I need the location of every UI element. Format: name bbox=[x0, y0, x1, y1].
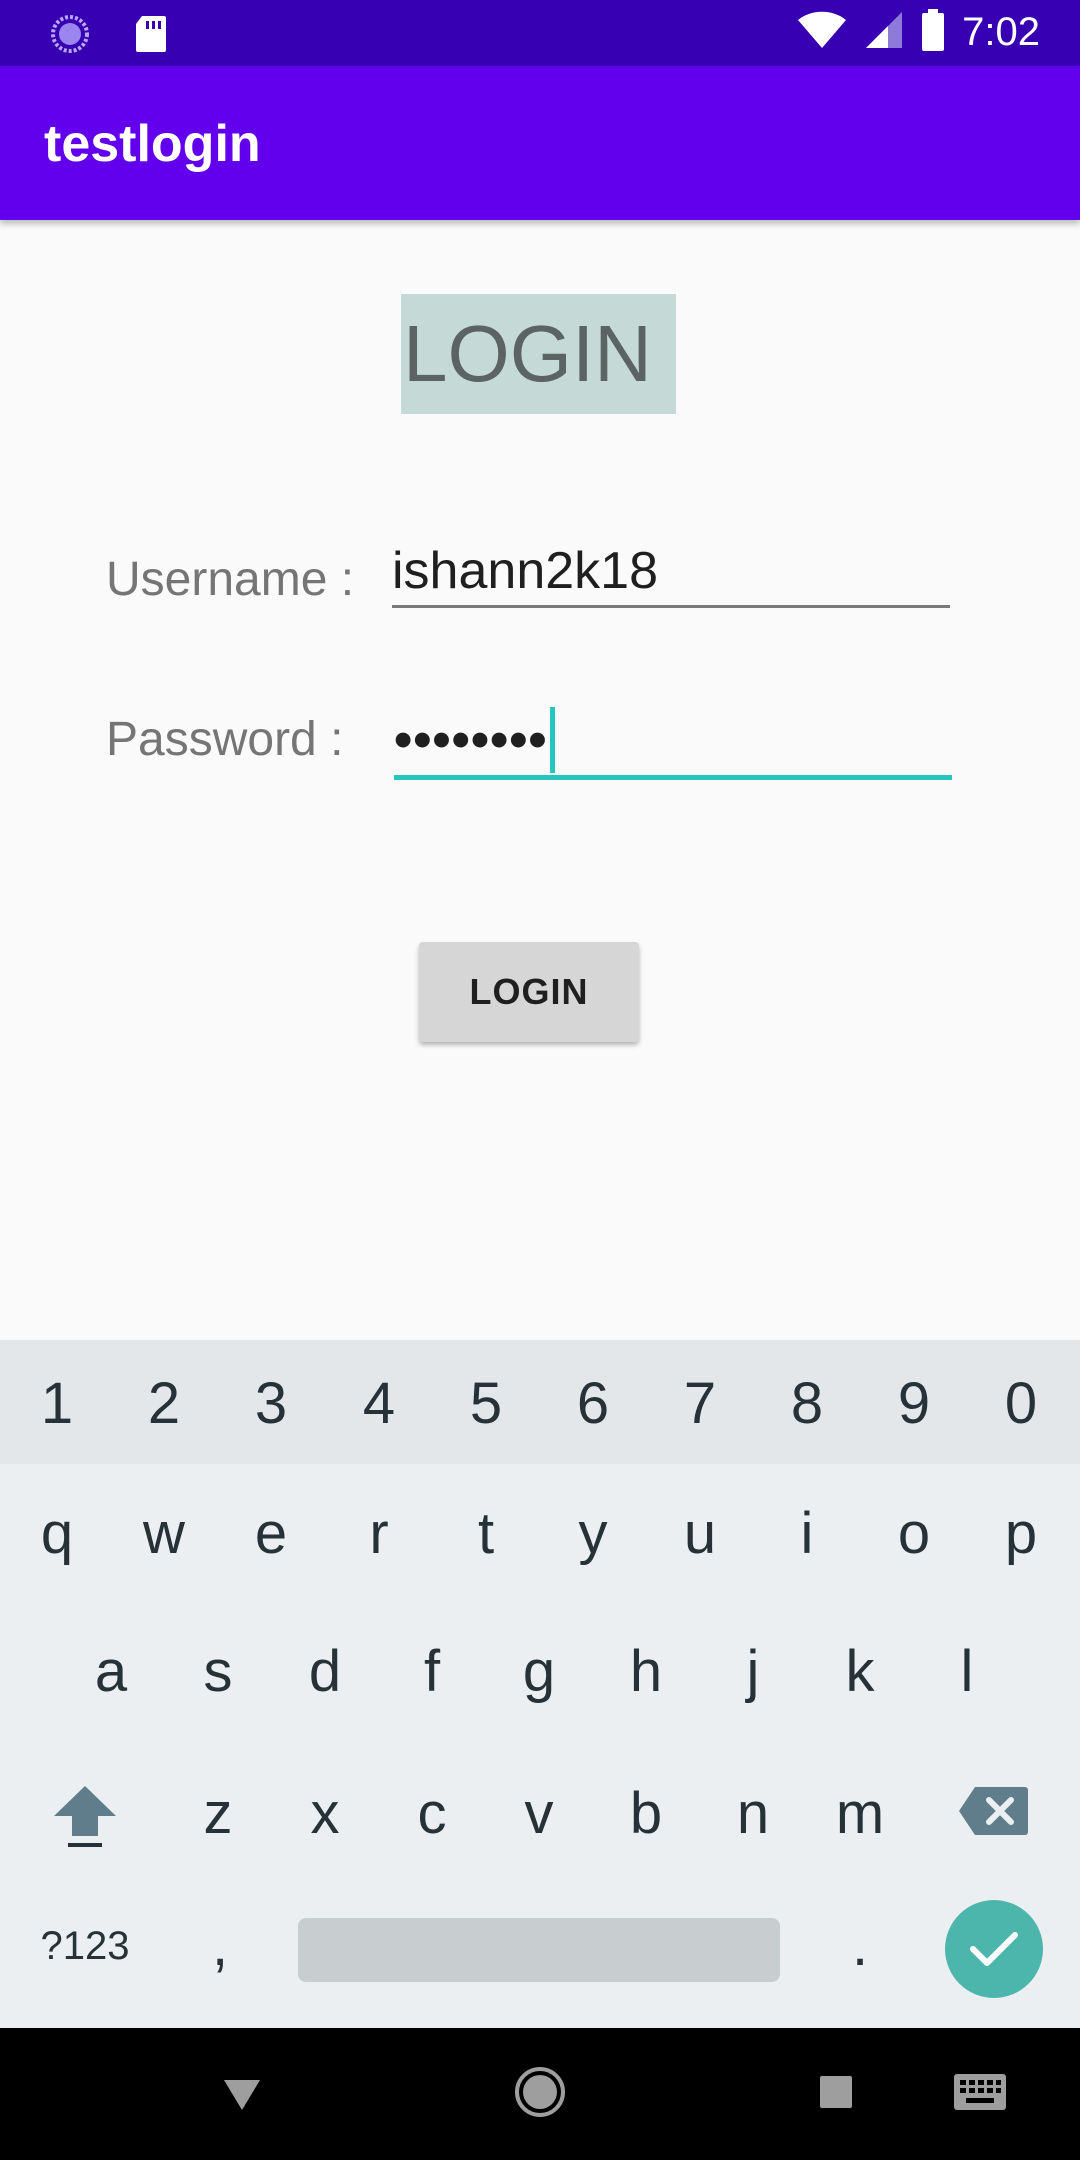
key-4[interactable]: 4 bbox=[334, 1370, 424, 1437]
key-0[interactable]: 0 bbox=[976, 1370, 1066, 1437]
symbols-key[interactable]: ?123 bbox=[30, 1924, 140, 1969]
key-8[interactable]: 8 bbox=[762, 1370, 852, 1437]
key-u[interactable]: u bbox=[655, 1500, 745, 1567]
key-2[interactable]: 2 bbox=[119, 1370, 209, 1437]
back-icon[interactable] bbox=[222, 2078, 262, 2117]
key-n[interactable]: n bbox=[708, 1780, 798, 1847]
username-input[interactable] bbox=[392, 536, 950, 608]
password-mask: •••••••• bbox=[394, 711, 548, 769]
key-t[interactable]: t bbox=[441, 1500, 531, 1567]
password-field[interactable]: •••••••• bbox=[394, 700, 952, 780]
space-key[interactable] bbox=[298, 1918, 780, 1982]
key-9[interactable]: 9 bbox=[869, 1370, 959, 1437]
soft-keyboard: 1 2 3 4 5 6 7 8 9 0 q w e r t y u i o p … bbox=[0, 1340, 1080, 2028]
key-f[interactable]: f bbox=[387, 1638, 477, 1705]
key-x[interactable]: x bbox=[280, 1780, 370, 1847]
enter-key[interactable] bbox=[945, 1900, 1043, 1998]
key-m[interactable]: m bbox=[815, 1780, 905, 1847]
wifi-icon bbox=[796, 10, 848, 55]
sync-icon bbox=[50, 14, 90, 59]
sd-card-icon bbox=[134, 14, 168, 59]
shift-icon bbox=[54, 1786, 116, 1847]
key-h[interactable]: h bbox=[601, 1638, 691, 1705]
key-e[interactable]: e bbox=[226, 1500, 316, 1567]
key-i[interactable]: i bbox=[762, 1500, 852, 1567]
key-k[interactable]: k bbox=[815, 1638, 905, 1705]
username-label: Username : bbox=[106, 553, 355, 606]
recents-icon[interactable] bbox=[818, 2074, 854, 2115]
key-c[interactable]: c bbox=[387, 1780, 477, 1847]
navigation-bar bbox=[0, 2028, 1080, 2160]
status-time: 7:02 bbox=[962, 10, 1040, 54]
password-label: Password : bbox=[106, 713, 344, 766]
key-q[interactable]: q bbox=[12, 1500, 102, 1567]
login-heading: LOGIN bbox=[401, 294, 676, 414]
key-s[interactable]: s bbox=[173, 1638, 263, 1705]
backspace-key[interactable] bbox=[948, 1784, 1038, 1851]
app-bar: testlogin bbox=[0, 66, 1080, 220]
key-j[interactable]: j bbox=[708, 1638, 798, 1705]
key-o[interactable]: o bbox=[869, 1500, 959, 1567]
signal-icon bbox=[864, 10, 904, 55]
home-icon[interactable] bbox=[514, 2066, 566, 2123]
key-7[interactable]: 7 bbox=[655, 1370, 745, 1437]
key-b[interactable]: b bbox=[601, 1780, 691, 1847]
key-p[interactable]: p bbox=[976, 1500, 1066, 1567]
key-z[interactable]: z bbox=[173, 1780, 263, 1847]
comma-key[interactable]: , bbox=[175, 1912, 265, 1979]
key-r[interactable]: r bbox=[334, 1500, 424, 1567]
check-icon bbox=[970, 1932, 1018, 1966]
key-a[interactable]: a bbox=[66, 1638, 156, 1705]
key-d[interactable]: d bbox=[280, 1638, 370, 1705]
key-5[interactable]: 5 bbox=[441, 1370, 531, 1437]
key-1[interactable]: 1 bbox=[12, 1370, 102, 1437]
key-y[interactable]: y bbox=[548, 1500, 638, 1567]
backspace-icon bbox=[959, 1787, 1028, 1835]
key-v[interactable]: v bbox=[494, 1780, 584, 1847]
key-3[interactable]: 3 bbox=[226, 1370, 316, 1437]
keyboard-switch-icon[interactable] bbox=[952, 2072, 1008, 2117]
text-caret bbox=[549, 707, 555, 773]
status-bar: 7:02 bbox=[0, 0, 1080, 66]
period-key[interactable]: . bbox=[815, 1912, 905, 1979]
battery-icon bbox=[920, 8, 946, 57]
key-l[interactable]: l bbox=[922, 1638, 1012, 1705]
key-g[interactable]: g bbox=[494, 1638, 584, 1705]
shift-key[interactable] bbox=[40, 1780, 130, 1864]
number-row: 1 2 3 4 5 6 7 8 9 0 bbox=[0, 1340, 1080, 1464]
login-button[interactable]: LOGIN bbox=[419, 942, 639, 1042]
key-w[interactable]: w bbox=[119, 1500, 209, 1567]
key-6[interactable]: 6 bbox=[548, 1370, 638, 1437]
app-title: testlogin bbox=[44, 115, 261, 173]
